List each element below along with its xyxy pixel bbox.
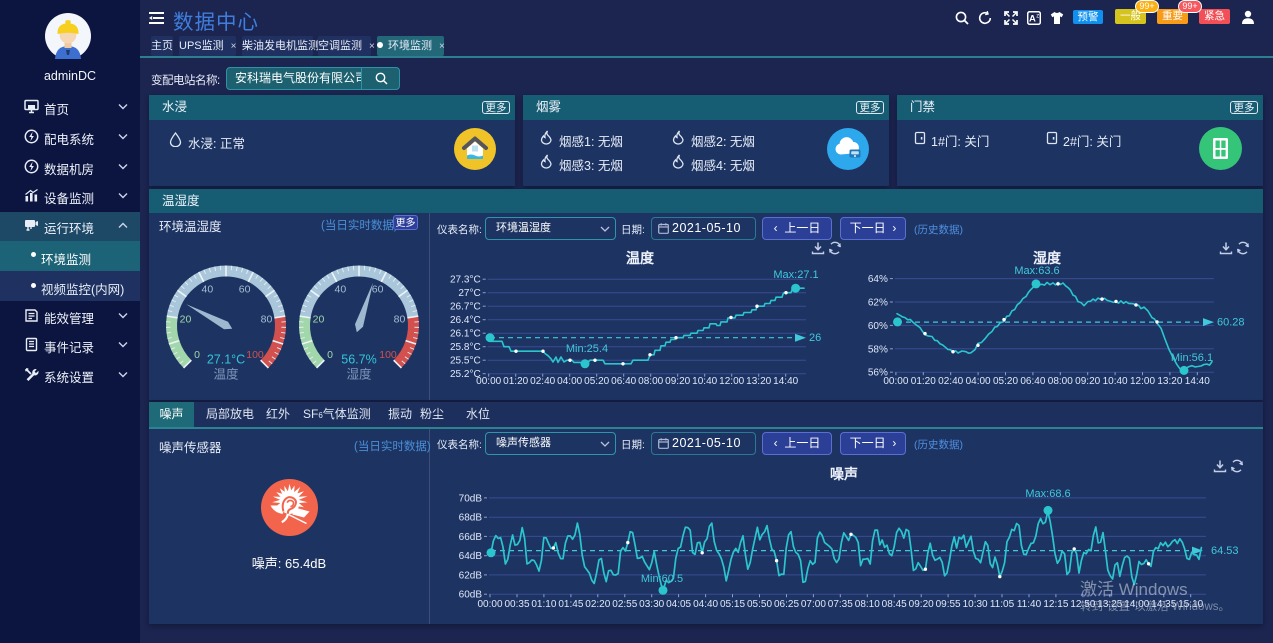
svg-text:00:35: 00:35 <box>504 599 529 610</box>
svg-text:26.1°C: 26.1°C <box>450 329 481 340</box>
svg-text:05:15: 05:15 <box>720 599 745 610</box>
svg-text:06:40: 06:40 <box>1020 376 1045 387</box>
svg-text:Max:27.1: Max:27.1 <box>773 269 818 281</box>
svg-text:05:50: 05:50 <box>747 599 772 610</box>
svg-text:04:00: 04:00 <box>966 376 991 387</box>
svg-text:26.4°C: 26.4°C <box>450 315 481 326</box>
svg-text:27.3°C: 27.3°C <box>450 275 481 286</box>
svg-text:64%: 64% <box>868 274 888 285</box>
svg-text:80: 80 <box>261 314 273 326</box>
svg-text:Min:56.1: Min:56.1 <box>1171 352 1213 364</box>
svg-text:07:35: 07:35 <box>828 599 853 610</box>
svg-text:01:45: 01:45 <box>558 599 583 610</box>
svg-text:64dB: 64dB <box>459 551 483 562</box>
svg-text:60.28: 60.28 <box>1217 317 1245 329</box>
svg-text:00:00: 00:00 <box>883 376 908 387</box>
svg-text:Min:60.5: Min:60.5 <box>641 573 683 585</box>
svg-text:27.1°C: 27.1°C <box>207 353 245 367</box>
svg-text:80: 80 <box>394 314 406 326</box>
svg-text:08:45: 08:45 <box>882 599 907 610</box>
svg-text:01:10: 01:10 <box>531 599 556 610</box>
svg-text:14:40: 14:40 <box>773 376 798 387</box>
svg-text:100: 100 <box>246 349 264 361</box>
svg-text:0: 0 <box>194 349 200 361</box>
svg-text:00:00: 00:00 <box>477 599 502 610</box>
svg-text:04:40: 04:40 <box>693 599 718 610</box>
svg-text:08:00: 08:00 <box>1048 376 1073 387</box>
svg-text:04:05: 04:05 <box>666 599 691 610</box>
svg-text:12:00: 12:00 <box>719 376 744 387</box>
svg-text:湿度: 湿度 <box>346 367 372 382</box>
svg-text:08:00: 08:00 <box>638 376 663 387</box>
svg-text:20: 20 <box>313 314 325 326</box>
svg-text:Max:63.6: Max:63.6 <box>1014 265 1059 277</box>
svg-text:02:40: 02:40 <box>530 376 555 387</box>
svg-text:40: 40 <box>335 284 347 296</box>
svg-text:04:00: 04:00 <box>557 376 582 387</box>
svg-text:05:20: 05:20 <box>584 376 609 387</box>
svg-text:27°C: 27°C <box>458 288 480 299</box>
svg-text:09:20: 09:20 <box>1075 376 1100 387</box>
svg-text:z: z <box>1036 13 1039 19</box>
svg-text:66dB: 66dB <box>459 532 483 543</box>
svg-text:00:00: 00:00 <box>476 376 501 387</box>
svg-text:12:00: 12:00 <box>1130 376 1155 387</box>
svg-text:Min:25.4: Min:25.4 <box>566 343 608 355</box>
svg-text:20: 20 <box>180 314 192 326</box>
svg-text:02:40: 02:40 <box>938 376 963 387</box>
svg-text:温度: 温度 <box>213 367 239 382</box>
svg-text:64.53: 64.53 <box>1211 545 1239 557</box>
svg-text:08:10: 08:10 <box>855 599 880 610</box>
svg-text:09:20: 09:20 <box>665 376 690 387</box>
svg-text:60: 60 <box>239 284 251 296</box>
svg-text:25.5°C: 25.5°C <box>450 356 481 367</box>
svg-text:10:40: 10:40 <box>692 376 717 387</box>
svg-text:A: A <box>1029 14 1036 25</box>
svg-text:25.8°C: 25.8°C <box>450 342 481 353</box>
svg-text:60%: 60% <box>868 321 888 332</box>
svg-text:Max:68.6: Max:68.6 <box>1025 488 1070 500</box>
svg-text:40: 40 <box>202 284 214 296</box>
svg-text:03:30: 03:30 <box>639 599 664 610</box>
svg-text:01:20: 01:20 <box>911 376 936 387</box>
svg-text:68dB: 68dB <box>459 513 483 524</box>
svg-text:62dB: 62dB <box>459 570 483 581</box>
svg-text:100: 100 <box>379 349 397 361</box>
svg-text:60: 60 <box>372 284 384 296</box>
svg-text:02:55: 02:55 <box>612 599 637 610</box>
svg-text:01:20: 01:20 <box>503 376 528 387</box>
svg-text:10:40: 10:40 <box>1103 376 1128 387</box>
svg-text:09:20: 09:20 <box>909 599 934 610</box>
svg-text:26.7°C: 26.7°C <box>450 302 481 313</box>
svg-text:11:40: 11:40 <box>1017 599 1042 610</box>
svg-text:13:20: 13:20 <box>1157 376 1182 387</box>
svg-text:12:15: 12:15 <box>1043 599 1068 610</box>
svg-text:06:40: 06:40 <box>611 376 636 387</box>
svg-text:11:05: 11:05 <box>990 599 1015 610</box>
svg-text:56.7%: 56.7% <box>341 353 376 367</box>
svg-text:14:40: 14:40 <box>1185 376 1210 387</box>
svg-text:0: 0 <box>327 349 333 361</box>
svg-text:07:00: 07:00 <box>801 599 826 610</box>
svg-text:26: 26 <box>809 332 821 344</box>
svg-text:06:25: 06:25 <box>774 599 799 610</box>
svg-text:58%: 58% <box>868 344 888 355</box>
svg-text:09:55: 09:55 <box>936 599 961 610</box>
svg-text:02:20: 02:20 <box>585 599 610 610</box>
svg-text:05:20: 05:20 <box>993 376 1018 387</box>
svg-text:70dB: 70dB <box>459 493 483 504</box>
svg-text:10:30: 10:30 <box>963 599 988 610</box>
svg-text:62%: 62% <box>868 298 888 309</box>
svg-text:13:20: 13:20 <box>746 376 771 387</box>
